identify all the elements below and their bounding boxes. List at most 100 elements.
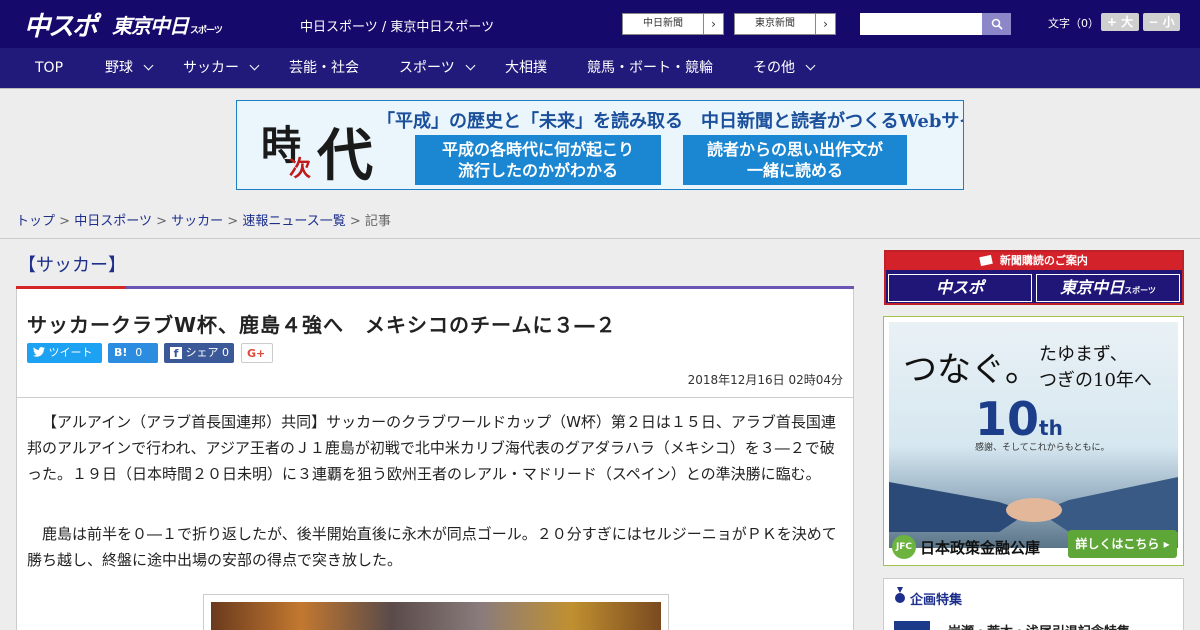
hatena-button[interactable]: B! 0 [108,343,158,363]
tweet-button[interactable]: ツイート [27,343,102,363]
nav-item-label: サッカー [183,60,239,76]
site-header: 中スポ 東京中日 スポーツ 中日スポーツ / 東京中日スポーツ 中日新聞 › 東京… [0,0,1200,48]
nav-item-label: スポーツ [399,60,455,76]
nav-item-top[interactable]: TOP [35,48,63,89]
article-photo[interactable] [211,602,661,630]
nav-item-racing[interactable]: 競馬・ボート・競輪 [587,48,713,89]
banner-box-history: 平成の各時代に何が起こり 流行したのかがわかる [415,135,661,185]
subscription-box: 新聞購読のご案内 中スポ 東京中日スポーツ [884,250,1184,305]
subscription-heading-text: 新聞購読のご案内 [999,254,1088,267]
hatena-count: 0 [135,346,143,359]
article-paragraph: 鹿島は前半を０―１で折り返したが、後半開始直後に永木が同点ゴール。２０分すぎには… [27,525,837,569]
breadcrumb-separator: > [227,214,239,229]
divider [0,238,1200,239]
subscribe-chuspo-link[interactable]: 中スポ [888,274,1032,302]
main-nav: TOP 野球 サッカー 芸能・社会 スポーツ 大相撲 競馬・ボート・競輪 その他 [0,48,1200,89]
breadcrumb-link-news-list[interactable]: 速報ニュース一覧 [242,214,345,229]
chevron-down-icon [249,60,260,71]
chevron-right-icon: › [703,14,723,34]
breadcrumb-link-top[interactable]: トップ [16,214,55,229]
tokyo-chunichi-logo[interactable]: 東京中日 スポーツ [112,10,223,39]
chevron-down-icon [143,60,154,71]
facebook-share-count: 0 [222,346,229,359]
jfc-logo-icon: JFC [892,535,916,559]
breadcrumb-link-soccer[interactable]: サッカー [171,214,223,229]
breadcrumb: トップ > 中日スポーツ > サッカー > 速報ニュース一覧 > 記事 [16,210,391,229]
subscribe-tokyo-chunichi-link[interactable]: 東京中日スポーツ [1036,274,1180,302]
tokyo-chunichi-logo-text: 東京中日 [112,14,189,38]
chuspo-logo[interactable]: 中スポ [24,6,98,43]
tokyo-shimbun-label: 東京新聞 [755,18,795,29]
article-paragraph: 【アルアイン（アラブ首長国連邦）共同】サッカーのクラブワールドカップ（W杯）第２… [27,413,836,483]
nav-item-label: その他 [753,60,795,76]
divider [17,397,853,398]
newspaper-icon [979,254,993,267]
nav-item-sports[interactable]: スポーツ [399,48,476,89]
breadcrumb-current: 記事 [364,214,391,229]
article: サッカークラブW杯、鹿島４強へ メキシコのチームに３―２ ツイート B! 0 f… [16,289,854,630]
font-size-label: 文字（0） [1048,17,1099,30]
article-headline: サッカークラブW杯、鹿島４強へ メキシコのチームに３―２ [27,313,617,337]
special-feature-heading: 企画特集 [910,593,963,608]
search-button[interactable] [982,13,1011,35]
article-date: 2018年12月16日 02時04分 [687,373,843,387]
ad-catch-sub: たゆまず、 つぎの10年へ [1039,342,1152,394]
jidai-logo-dai: 代 [317,123,373,189]
chevron-down-icon [465,60,476,71]
special-feature-thumbnail[interactable] [894,621,930,630]
breadcrumb-separator: > [349,214,361,229]
facebook-share-label: シェア [185,346,219,359]
font-bigger-button[interactable]: + 大 [1101,13,1139,31]
banner-box-line: 流行したのかがわかる [457,161,618,180]
search-input[interactable] [860,13,982,35]
nav-item-baseball[interactable]: 野球 [105,48,154,89]
tenth-suffix: th [1039,416,1063,440]
jfc-name: 日本政策金融公庫 [920,539,1041,557]
nav-item-entertainment[interactable]: 芸能・社会 [289,48,359,89]
nav-item-other[interactable]: その他 [753,48,816,89]
subscribe-chuspo-label: 中スポ [935,278,984,297]
chunichi-shimbun-label: 中日新聞 [643,18,683,29]
tokyo-chunichi-logo-sub: スポーツ [190,26,223,36]
twitter-icon [33,347,45,357]
tokyo-shimbun-link[interactable]: 東京新聞 › [734,13,836,35]
nav-item-label: 大相撲 [505,60,547,76]
special-feature-link[interactable]: 岩瀬・荒木・浅尾引退記念特集 [948,621,1130,630]
chunichi-shimbun-link[interactable]: 中日新聞 › [622,13,724,35]
nav-item-label: 野球 [105,60,133,76]
tenth-subtitle: 感謝、そしてこれからもともに。 [975,443,1110,453]
facebook-icon: f [170,347,182,360]
medal-icon [895,587,905,603]
chevron-right-icon: › [815,14,835,34]
jidai-banner[interactable]: 時 次 代 「平成」の歴史と「未来」を読み取る 中日新聞と読者がつくるWebサイ… [236,100,964,190]
hatena-icon: B! [114,346,128,359]
jidai-logo-tsugi: 次 [289,156,312,182]
font-smaller-button[interactable]: − 小 [1143,13,1180,31]
tenth-anniversary-mark: 10th [975,392,1063,446]
article-photo-frame [203,594,669,630]
jfc-advertisement[interactable]: つなぐ。 たゆまず、 つぎの10年へ 10th 感謝、そしてこれからもともに。 … [883,316,1184,566]
banner-box-line: 読者からの思い出作文が [706,140,883,159]
breadcrumb-link-chunichi-sports[interactable]: 中日スポーツ [74,214,152,229]
chevron-down-icon [805,60,816,71]
banner-box-essays: 読者からの思い出作文が 一緒に読める [683,135,907,185]
nav-item-soccer[interactable]: サッカー [183,48,260,89]
site-name[interactable]: 中日スポーツ / 東京中日スポーツ [300,16,494,35]
breadcrumb-separator: > [59,214,71,229]
category-title: 【サッカー】 [18,255,126,276]
subscribe-tokyo-chunichi-sub: スポーツ [1124,286,1156,295]
facebook-share-button[interactable]: f シェア 0 [164,343,234,363]
ad-catch-line: たゆまず、 [1039,344,1128,365]
ad-catch-line: つぎの10年へ [1039,370,1152,391]
special-feature-box: 企画特集 岩瀬・荒木・浅尾引退記念特集 [883,578,1184,630]
breadcrumb-separator: > [156,214,167,229]
google-plus-button[interactable]: G+ [241,343,273,363]
search-icon [991,18,1003,30]
nav-item-label: 芸能・社会 [289,60,359,76]
banner-box-line: 平成の各時代に何が起こり [441,140,634,159]
nav-item-sumo[interactable]: 大相撲 [505,48,547,89]
tweet-label: ツイート [48,346,93,359]
nav-item-label: 競馬・ボート・競輪 [587,60,713,76]
jidai-logo: 時 次 代 [241,105,391,189]
ad-details-button[interactable]: 詳しくはこちら ▸ [1068,530,1177,558]
